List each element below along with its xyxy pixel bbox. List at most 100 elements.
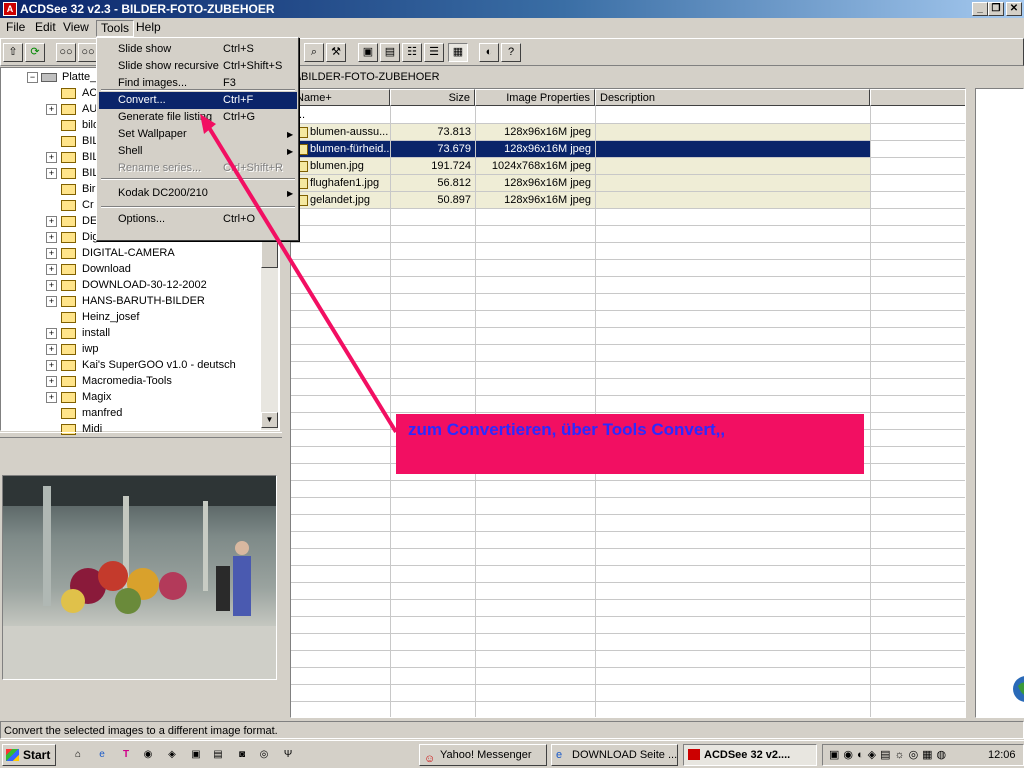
expand-icon[interactable]: + bbox=[46, 168, 57, 179]
tools-menu-item[interactable]: Shell ▶ bbox=[99, 143, 297, 160]
start-button[interactable]: Start bbox=[2, 744, 56, 766]
expand-icon[interactable]: + bbox=[46, 328, 57, 339]
details-view-icon[interactable]: ▦ bbox=[448, 43, 468, 62]
tools-menu-item[interactable]: Slide show Ctrl+S bbox=[99, 41, 297, 58]
menu-item-label: Kodak DC200/210 bbox=[118, 187, 208, 199]
title-bar[interactable]: A ACDSee 32 v2.3 - BILDER-FOTO-ZUBEHOER … bbox=[0, 0, 1024, 18]
file-props: 128x96x16M jpeg bbox=[504, 194, 591, 206]
empty-row bbox=[291, 226, 965, 243]
tools-menu-item[interactable]: Convert... Ctrl+F bbox=[99, 92, 297, 109]
tree-folder-label: Cr bbox=[82, 199, 94, 211]
scroll-thumb[interactable] bbox=[261, 238, 278, 268]
empty-row bbox=[291, 294, 965, 311]
maximize-button[interactable]: ❐ bbox=[988, 2, 1004, 16]
menu-item-shortcut: Ctrl+Shift+S bbox=[223, 60, 283, 72]
expand-icon[interactable]: + bbox=[46, 216, 57, 227]
tools-menu-item[interactable]: Options... Ctrl+O bbox=[99, 211, 297, 228]
task-download-seite[interactable]: e DOWNLOAD Seite ... bbox=[551, 744, 678, 766]
menu-tools[interactable]: Tools bbox=[96, 20, 135, 37]
clock[interactable]: 12:06 bbox=[988, 745, 1016, 765]
refresh-icon[interactable]: ⟳ bbox=[25, 43, 45, 62]
folder-icon bbox=[61, 280, 76, 291]
menu-file[interactable]: File bbox=[2, 20, 29, 35]
t-online-icon[interactable]: T bbox=[118, 747, 134, 763]
tree-folder-label: DE bbox=[82, 215, 98, 227]
desktop-icon[interactable]: ⌂ bbox=[70, 747, 86, 763]
empty-row bbox=[291, 209, 965, 226]
close-button[interactable]: ✕ bbox=[1006, 2, 1022, 16]
expand-icon[interactable]: + bbox=[46, 344, 57, 355]
table-row[interactable]: flughafen1.jpg 56.812 128x96x16M jpeg bbox=[291, 175, 965, 192]
file-props: 128x96x16M jpeg bbox=[504, 126, 591, 138]
empty-row bbox=[291, 498, 965, 515]
tree-folder-item[interactable]: + install bbox=[1, 325, 261, 341]
menu-separator bbox=[101, 178, 295, 180]
list-view-icon[interactable]: ☰ bbox=[424, 43, 444, 62]
expand-icon[interactable]: + bbox=[46, 248, 57, 259]
tree-folder-item[interactable]: + Macromedia-Tools bbox=[1, 373, 261, 389]
expand-icon[interactable]: + bbox=[46, 296, 57, 307]
expand-icon[interactable]: + bbox=[46, 232, 57, 243]
app-icon[interactable]: ◉ bbox=[140, 747, 156, 763]
expand-icon[interactable]: + bbox=[46, 376, 57, 387]
tray-icons[interactable]: ▣◉◐◈▤☼◎▦◍ bbox=[829, 745, 950, 765]
tree-folder-item[interactable]: Heinz_josef bbox=[1, 309, 261, 325]
app-icon[interactable]: ▣ bbox=[188, 747, 204, 763]
tree-folder-item[interactable]: + Download bbox=[1, 261, 261, 277]
folder-icon bbox=[61, 248, 76, 259]
tools-menu-item[interactable]: Slide show recursive Ctrl+Shift+S bbox=[99, 58, 297, 75]
column-size[interactable]: Size bbox=[390, 89, 475, 106]
column-description[interactable]: Description bbox=[595, 89, 870, 106]
tree-folder-item[interactable]: manfred bbox=[1, 405, 261, 421]
app-icon[interactable]: ◈ bbox=[164, 747, 180, 763]
menu-help[interactable]: Help bbox=[132, 20, 165, 35]
app-icon[interactable]: Ψ bbox=[280, 747, 296, 763]
tree-folder-item[interactable]: + DOWNLOAD-30-12-2002 bbox=[1, 277, 261, 293]
help-icon[interactable]: ? bbox=[501, 43, 521, 62]
file-list[interactable]: Name+ Size Image Properties Description … bbox=[290, 88, 966, 718]
column-name[interactable]: Name+ bbox=[291, 89, 390, 106]
table-row[interactable]: blumen.jpg 191.724 1024x768x16M jpeg bbox=[291, 158, 965, 175]
app-icon[interactable]: ◎ bbox=[256, 747, 272, 763]
list-view-icon[interactable]: ☷ bbox=[402, 43, 422, 62]
tools-menu-item[interactable]: Kodak DC200/210 ▶ bbox=[99, 185, 297, 202]
view-icon[interactable]: ○○ bbox=[56, 43, 76, 62]
table-row[interactable]: blumen-fürheid... 73.679 128x96x16M jpeg bbox=[291, 141, 965, 158]
tree-folder-item[interactable]: + iwp bbox=[1, 341, 261, 357]
tree-folder-item[interactable]: + DIGITAL-CAMERA bbox=[1, 245, 261, 261]
view-icon[interactable]: ○○ bbox=[78, 43, 98, 62]
expand-icon[interactable]: + bbox=[46, 360, 57, 371]
expand-icon[interactable]: + bbox=[46, 152, 57, 163]
scroll-down-button[interactable]: ▼ bbox=[261, 412, 278, 428]
minimize-button[interactable]: _ bbox=[972, 2, 988, 16]
app-icon[interactable]: ▤ bbox=[210, 747, 226, 763]
list-item-parent[interactable]: .. bbox=[291, 107, 965, 124]
expand-icon[interactable]: + bbox=[46, 392, 57, 403]
camera-icon[interactable]: ◙ bbox=[234, 747, 250, 763]
splitter[interactable] bbox=[0, 432, 282, 438]
small-icons-icon[interactable]: ▤ bbox=[380, 43, 400, 62]
binoculars-icon[interactable]: ⌕ bbox=[304, 43, 324, 62]
acquire-icon[interactable]: ◐ bbox=[479, 43, 499, 62]
tools-menu-item[interactable]: Set Wallpaper ▶ bbox=[99, 126, 297, 143]
menu-edit[interactable]: Edit bbox=[31, 20, 60, 35]
acdsee-icon[interactable]: A bbox=[3, 2, 17, 16]
collapse-icon[interactable]: − bbox=[27, 72, 38, 83]
tree-folder-item[interactable]: + Magix bbox=[1, 389, 261, 405]
table-row[interactable]: blumen-aussu... 73.813 128x96x16M jpeg bbox=[291, 124, 965, 141]
up-folder-icon[interactable]: ⇧ bbox=[3, 43, 23, 62]
tree-folder-item[interactable]: + Kai's SuperGOO v1.0 - deutsch bbox=[1, 357, 261, 373]
column-image-properties[interactable]: Image Properties bbox=[475, 89, 595, 106]
tree-folder-item[interactable]: + HANS-BARUTH-BILDER bbox=[1, 293, 261, 309]
task-acdsee[interactable]: ACDSee 32 v2.... bbox=[683, 744, 817, 766]
task-yahoo-messenger[interactable]: ☺ Yahoo! Messenger bbox=[419, 744, 547, 766]
expand-icon[interactable]: + bbox=[46, 264, 57, 275]
table-row[interactable]: gelandet.jpg 50.897 128x96x16M jpeg bbox=[291, 192, 965, 209]
menu-view[interactable]: View bbox=[59, 20, 93, 35]
tools-menu-item[interactable]: Generate file listing Ctrl+G bbox=[99, 109, 297, 126]
tools-icon[interactable]: ⚒ bbox=[326, 43, 346, 62]
large-icons-icon[interactable]: ▣ bbox=[358, 43, 378, 62]
expand-icon[interactable]: + bbox=[46, 104, 57, 115]
expand-icon[interactable]: + bbox=[46, 280, 57, 291]
ie-icon[interactable]: e bbox=[94, 747, 110, 763]
